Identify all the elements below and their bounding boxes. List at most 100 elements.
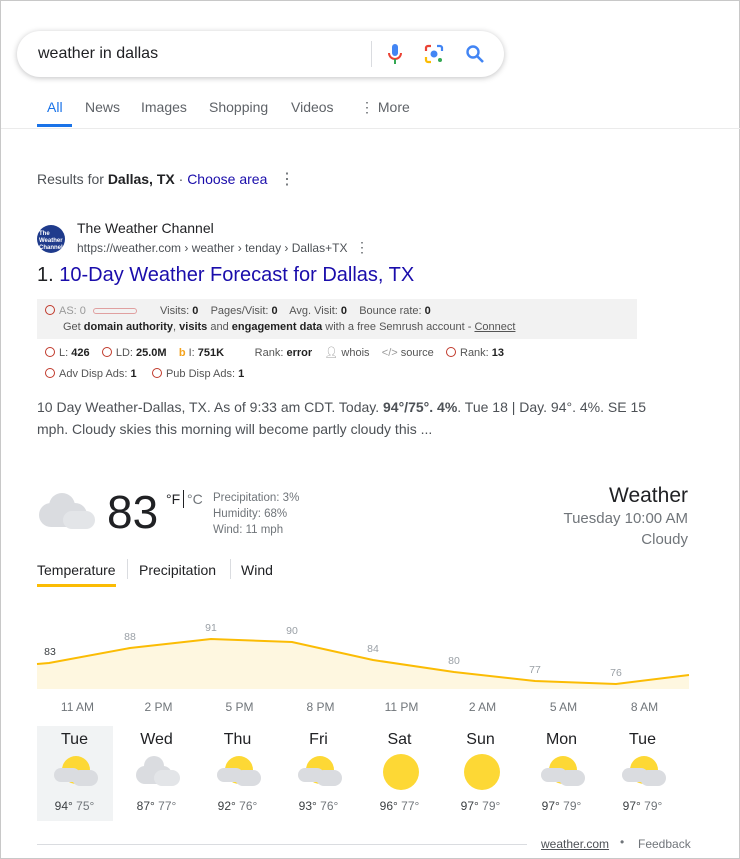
pub-disp-ads[interactable]: Pub Disp Ads: 1: [151, 368, 244, 380]
day-temps: 96° 77°: [359, 799, 440, 813]
tab-videos[interactable]: Videos: [291, 99, 334, 115]
current-temp: 83: [107, 486, 159, 538]
day-temps: 97° 79°: [521, 799, 602, 813]
high-temp: 94°: [54, 799, 73, 813]
result-menu-icon[interactable]: ⋮: [355, 239, 369, 256]
hour-label: 2 PM: [144, 700, 173, 714]
result-url[interactable]: https://weather.com › weather › tenday ›…: [77, 241, 347, 255]
semrush-promo: Get domain authority, visits and engagem…: [63, 321, 516, 333]
day-forecast[interactable]: Sat 96° 77°: [359, 726, 440, 821]
sun-icon: [464, 754, 500, 790]
search-input[interactable]: weather in dallas: [38, 45, 158, 63]
hour-label: 5 AM: [549, 700, 578, 714]
more-vert-icon: ⋮: [360, 99, 378, 115]
choose-area-link[interactable]: Choose area: [187, 171, 267, 187]
day-forecast[interactable]: Fri 93° 76°: [278, 726, 359, 821]
unit-celsius[interactable]: °C: [187, 491, 203, 507]
day-forecast[interactable]: Thu 92° 76°: [197, 726, 278, 821]
day-forecast[interactable]: Tue 94° 75°: [34, 726, 115, 821]
day-name: Sun: [466, 731, 495, 748]
microphone-icon[interactable]: [387, 43, 403, 65]
weather-details: Precipitation: 3% Humidity: 68% Wind: 11…: [213, 490, 299, 538]
rank[interactable]: Rank: 13: [446, 347, 504, 359]
cloudy-icon: [39, 491, 95, 531]
bing-icon: b: [178, 347, 186, 359]
high-temp: 97°: [541, 799, 560, 813]
semrush-icon: [45, 305, 55, 315]
hour-label: 2 AM: [468, 700, 497, 714]
tab-more[interactable]: ⋮ More: [360, 99, 410, 116]
hour-label: 11 AM: [60, 700, 95, 714]
low-temp: 76°: [239, 799, 258, 813]
linking-domains[interactable]: LD: 25.0M: [101, 347, 167, 359]
weather-tab-indicator: [37, 584, 116, 587]
temp-label: 84: [367, 643, 379, 655]
code-icon: </>: [381, 347, 398, 359]
divider: [1, 128, 740, 129]
day-name: Sat: [387, 731, 412, 748]
weather-title: Weather: [609, 484, 688, 507]
result-number: 1.: [37, 264, 54, 286]
source-link[interactable]: </> source: [382, 347, 434, 359]
tab-wind[interactable]: Wind: [241, 562, 273, 578]
day-forecast[interactable]: Wed 87° 77°: [116, 726, 197, 821]
active-tab-indicator: [37, 124, 72, 127]
tab-precipitation[interactable]: Precipitation: [139, 562, 216, 578]
high-temp: 87°: [136, 799, 155, 813]
result-snippet: 10 Day Weather-Dallas, TX. As of 9:33 am…: [37, 399, 647, 437]
source-link[interactable]: weather.com: [541, 837, 609, 851]
temp-label: 88: [124, 631, 136, 643]
feedback-link[interactable]: Feedback: [638, 837, 691, 851]
high-temp: 92°: [217, 799, 236, 813]
search-box[interactable]: weather in dallas: [17, 31, 504, 77]
bing-index[interactable]: b I: 751K: [179, 347, 224, 359]
hour-label: 11 PM: [384, 700, 419, 714]
day-forecast[interactable]: Mon 97° 79°: [521, 726, 602, 821]
results-for: Results for Dallas, TX · Choose area: [37, 171, 267, 187]
weather-time: Tuesday 10:00 AM: [563, 510, 688, 527]
day-forecast[interactable]: Sun 97° 79°: [440, 726, 521, 821]
temp-label: 90: [286, 625, 298, 637]
tab-all[interactable]: All: [47, 99, 63, 115]
separator: ·: [174, 171, 188, 187]
low-temp: 79°: [563, 799, 582, 813]
high-temp: 96°: [379, 799, 398, 813]
lens-icon[interactable]: [424, 44, 444, 64]
day-name: Tue: [629, 731, 656, 748]
day-temps: 94° 75°: [34, 799, 115, 813]
more-options-icon[interactable]: ⋮: [279, 169, 295, 189]
day-forecast[interactable]: Tue 97° 79°: [602, 726, 683, 821]
temp-label: 76: [610, 667, 622, 679]
separator-dot: •: [620, 835, 625, 849]
connect-link[interactable]: Connect: [474, 321, 515, 333]
results-prefix: Results for: [37, 171, 108, 187]
tab-more-label: More: [377, 99, 410, 115]
user-icon: 👤︎: [324, 347, 339, 359]
visits: Visits: 0: [160, 305, 199, 317]
result-title-link[interactable]: 10-Day Weather Forecast for Dallas, TX: [59, 264, 414, 286]
links[interactable]: L: 426: [45, 347, 90, 359]
weather-header: Weather Tuesday 10:00 AM Cloudy: [563, 484, 688, 550]
low-temp: 77°: [158, 799, 177, 813]
search-icon[interactable]: [465, 44, 485, 64]
wind: Wind: 11 mph: [213, 524, 284, 536]
tab-news[interactable]: News: [85, 99, 120, 115]
weather-condition: Cloudy: [641, 531, 688, 548]
sun-icon: [383, 754, 419, 790]
location: Dallas, TX: [107, 171, 175, 187]
whois-link[interactable]: 👤︎ whois: [324, 347, 369, 359]
low-temp: 75°: [76, 799, 95, 813]
unit-fahrenheit[interactable]: °F: [166, 491, 180, 507]
tab-shopping[interactable]: Shopping: [209, 99, 268, 115]
day-temps: 97° 79°: [602, 799, 683, 813]
adv-disp-ads[interactable]: Adv Disp Ads: 1: [45, 368, 137, 380]
tab-temperature[interactable]: Temperature: [37, 562, 116, 578]
day-temps: 93° 76°: [278, 799, 359, 813]
tab-images[interactable]: Images: [141, 99, 187, 115]
pages-visit: Pages/Visit: 0: [210, 305, 278, 317]
rank-error: Rank: error: [254, 347, 313, 359]
divider: [37, 844, 527, 845]
weather-channel-logo: The Weather Channel: [37, 225, 65, 253]
avg-visit: Avg. Visit: 0: [289, 305, 347, 317]
high-temp: 97°: [460, 799, 479, 813]
